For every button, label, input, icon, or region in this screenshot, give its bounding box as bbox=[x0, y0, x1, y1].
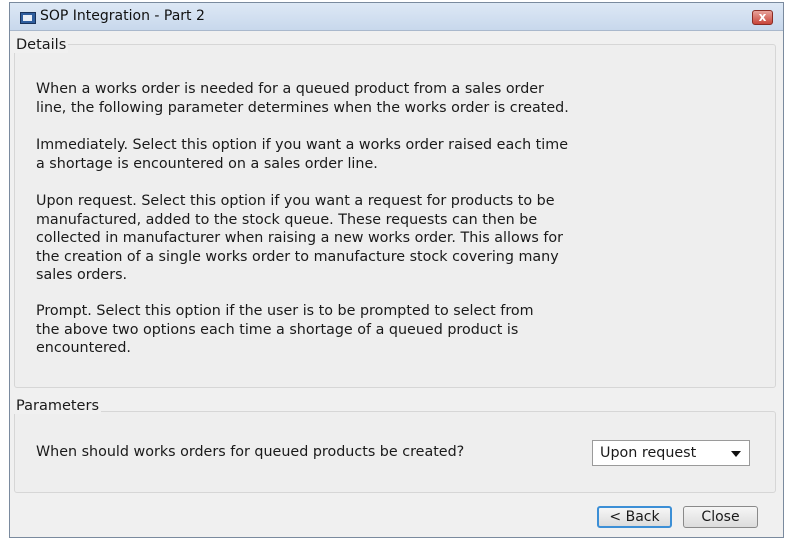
details-intro-text: When a works order is needed for a queue… bbox=[36, 81, 569, 116]
works-order-timing-select[interactable]: Upon request bbox=[592, 440, 750, 466]
back-button[interactable]: < Back bbox=[597, 506, 672, 528]
title-bar[interactable]: SOP Integration - Part 2 x bbox=[10, 3, 783, 31]
details-immediately-text: Immediately. Select this option if you w… bbox=[36, 137, 568, 172]
close-icon: x bbox=[758, 10, 767, 24]
works-order-question-label: When should works orders for queued prod… bbox=[36, 444, 465, 460]
parameters-group-label: Parameters bbox=[14, 398, 101, 414]
details-prompt-text: Prompt. Select this option if the user i… bbox=[36, 303, 534, 356]
close-button[interactable]: Close bbox=[683, 506, 758, 528]
select-value: Upon request bbox=[600, 445, 697, 461]
window-close-button[interactable]: x bbox=[752, 10, 773, 25]
details-group-label: Details bbox=[14, 37, 69, 53]
chevron-down-icon[interactable] bbox=[731, 451, 741, 457]
details-upon-request-text: Upon request. Select this option if you … bbox=[36, 193, 564, 283]
app-window-icon bbox=[20, 12, 36, 24]
window-title: SOP Integration - Part 2 bbox=[40, 8, 205, 24]
